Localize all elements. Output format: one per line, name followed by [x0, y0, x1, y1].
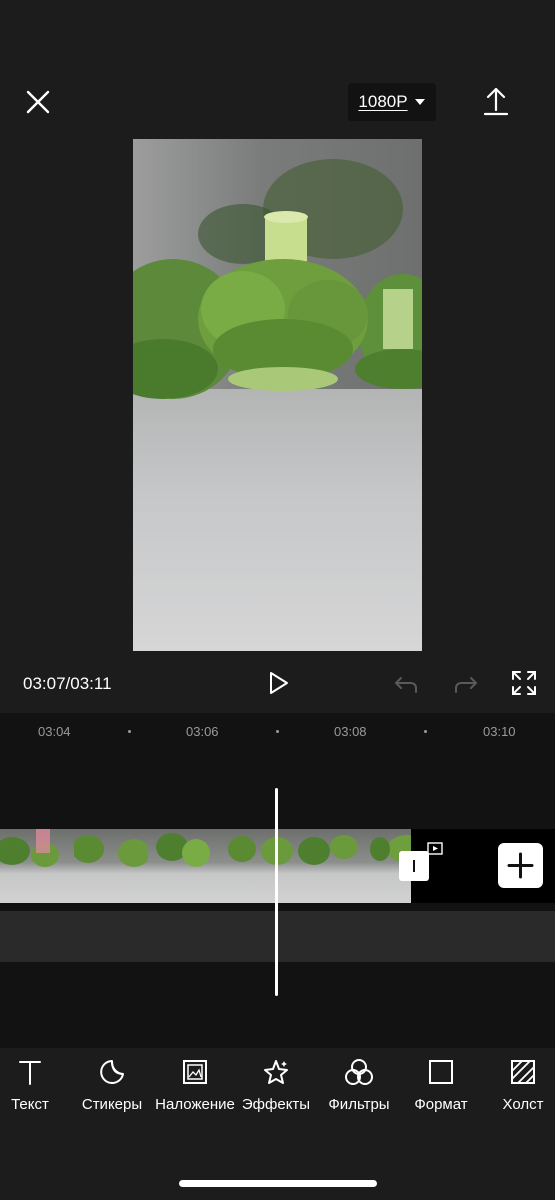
ruler-label: 03:06	[186, 724, 219, 739]
tool-stickers[interactable]: Стикеры	[67, 1058, 157, 1115]
tool-label: Наложение	[155, 1096, 235, 1113]
home-indicator[interactable]	[179, 1180, 377, 1187]
clip-frame	[222, 829, 296, 903]
timeline[interactable]: 03:04 03:06 03:08 03:10	[0, 713, 555, 1048]
tool-label: Формат	[414, 1096, 468, 1113]
upload-icon[interactable]	[480, 84, 512, 118]
video-clip[interactable]	[0, 829, 411, 903]
resolution-button[interactable]: 1080P	[348, 83, 436, 121]
overlay-icon	[183, 1060, 207, 1084]
tool-label: Холст	[502, 1096, 544, 1113]
end-marker-icon[interactable]	[425, 840, 445, 860]
tool-format[interactable]: Формат	[396, 1058, 486, 1115]
clip-frame	[72, 829, 150, 903]
ruler-dot	[128, 730, 131, 733]
ruler-label: 03:04	[38, 724, 71, 739]
time-ruler: 03:04 03:06 03:08 03:10	[0, 713, 555, 751]
tool-overlay[interactable]: Наложение	[150, 1058, 240, 1115]
fullscreen-icon[interactable]	[509, 668, 539, 698]
transition-icon	[413, 860, 415, 872]
tool-label: Стикеры	[81, 1096, 143, 1113]
clip-frame	[148, 829, 222, 903]
ruler-label: 03:10	[483, 724, 516, 739]
plus-icon[interactable]	[498, 843, 543, 888]
resolution-label: 1080P	[358, 92, 408, 111]
ruler-label: 03:08	[334, 724, 367, 739]
clip-frame	[0, 829, 74, 903]
timecode: 03:07/03:11	[23, 674, 112, 693]
format-icon	[429, 1060, 453, 1084]
ruler-dot	[276, 730, 279, 733]
playhead[interactable]	[275, 788, 278, 996]
text-icon	[19, 1061, 41, 1085]
tool-filters[interactable]: Фильтры	[314, 1058, 404, 1115]
sticker-icon	[100, 1060, 124, 1084]
effects-icon	[264, 1060, 288, 1084]
video-preview[interactable]	[133, 139, 422, 651]
top-bar: 1080P	[0, 0, 555, 140]
filters-icon	[345, 1059, 373, 1085]
tool-label: Фильтры	[328, 1096, 390, 1113]
tool-effects[interactable]: Эффекты	[231, 1058, 321, 1115]
tool-text[interactable]: Текст	[0, 1058, 75, 1115]
clip-frame	[296, 829, 370, 903]
bottom-toolbar: Текст Стикеры Наложение Эффекты Фильтры …	[0, 1048, 555, 1200]
ruler-dot	[424, 730, 427, 733]
caret-down-icon	[414, 99, 425, 105]
play-icon[interactable]	[263, 668, 293, 698]
undo-icon[interactable]	[391, 668, 421, 698]
tool-label: Текст	[11, 1096, 49, 1113]
tool-label: Эффекты	[241, 1096, 311, 1113]
canvas-icon	[511, 1060, 535, 1084]
tool-canvas[interactable]: Холст	[478, 1058, 555, 1115]
redo-icon[interactable]	[451, 668, 481, 698]
playback-controls: 03:07/03:11	[0, 660, 555, 706]
broccoli-image	[133, 159, 422, 399]
close-icon[interactable]	[20, 84, 56, 120]
